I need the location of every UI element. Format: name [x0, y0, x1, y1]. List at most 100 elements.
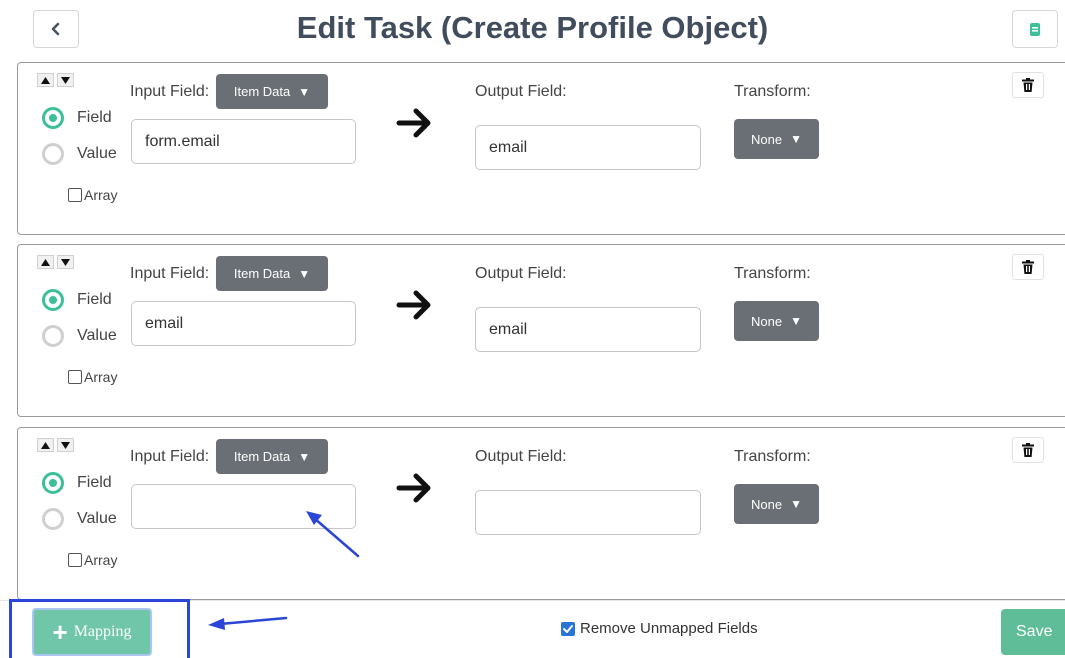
input-field-input[interactable]: form.email — [131, 119, 356, 164]
transform-label: Transform: — [734, 265, 811, 282]
output-field-input[interactable] — [475, 490, 701, 535]
arrow-right-icon — [396, 290, 431, 320]
trash-icon — [1022, 78, 1034, 92]
transform-value: None — [751, 496, 783, 512]
output-field-input[interactable]: email — [475, 307, 701, 352]
source-type-value: Item Data — [233, 449, 291, 464]
add-mapping-button[interactable]: + Mapping — [32, 608, 152, 656]
field-radio-label: Field — [77, 291, 112, 308]
transform-dropdown[interactable]: None ▼ — [734, 301, 819, 341]
move-down-button[interactable] — [57, 438, 74, 452]
array-label: Array — [84, 552, 118, 568]
value-radio[interactable] — [42, 508, 64, 530]
source-type-value: Item Data — [233, 266, 291, 281]
triangle-down-icon — [61, 76, 70, 84]
output-field-label: Output Field: — [475, 265, 567, 282]
delete-mapping-button[interactable] — [1012, 254, 1044, 280]
delete-mapping-button[interactable] — [1012, 72, 1044, 98]
array-checkbox-option[interactable]: Array — [68, 187, 117, 203]
input-field-input[interactable] — [131, 484, 356, 529]
field-radio-option[interactable]: Field — [42, 289, 112, 311]
move-up-button[interactable] — [37, 73, 54, 87]
move-down-button[interactable] — [57, 73, 74, 87]
output-field-label: Output Field: — [475, 83, 567, 100]
move-up-button[interactable] — [37, 438, 54, 452]
input-field-value: form.email — [145, 132, 220, 150]
field-radio-option[interactable]: Field — [42, 107, 112, 129]
triangle-up-icon — [41, 258, 50, 266]
caret-down-icon: ▼ — [790, 132, 802, 146]
value-radio-label: Value — [77, 145, 117, 162]
field-radio-option[interactable]: Field — [42, 472, 112, 494]
array-checkbox-option[interactable]: Array — [68, 369, 117, 385]
triangle-down-icon — [61, 441, 70, 449]
save-button[interactable]: Save — [1001, 609, 1065, 655]
value-radio-label: Value — [77, 327, 117, 344]
triangle-up-icon — [41, 441, 50, 449]
input-field-label: Input Field: — [130, 448, 210, 465]
array-checkbox[interactable] — [68, 553, 82, 567]
transform-label: Transform: — [734, 83, 811, 100]
value-radio-label: Value — [77, 510, 117, 527]
transform-label: Transform: — [734, 448, 811, 465]
remove-unmapped-checkbox[interactable] — [561, 621, 575, 636]
value-radio-option[interactable]: Value — [42, 508, 117, 530]
annotation-arrow-icon — [208, 616, 288, 630]
array-checkbox[interactable] — [68, 370, 82, 384]
remove-unmapped-option[interactable]: Remove Unmapped Fields — [561, 620, 758, 637]
source-type-value: Item Data — [233, 84, 291, 99]
delete-mapping-button[interactable] — [1012, 437, 1044, 463]
mapping-row: Field Value Array Input Field: Item Data… — [17, 62, 1065, 235]
triangle-down-icon — [61, 258, 70, 266]
value-radio[interactable] — [42, 325, 64, 347]
source-type-dropdown[interactable]: Item Data ▼ — [216, 256, 328, 291]
save-label: Save — [1016, 623, 1053, 640]
output-field-input[interactable]: email — [475, 125, 701, 170]
remove-unmapped-label: Remove Unmapped Fields — [580, 620, 758, 637]
notes-button[interactable] — [1012, 10, 1058, 48]
input-field-label: Input Field: — [130, 83, 210, 100]
caret-down-icon: ▼ — [790, 314, 802, 328]
move-down-button[interactable] — [57, 255, 74, 269]
source-type-dropdown[interactable]: Item Data ▼ — [216, 439, 328, 474]
output-field-value: email — [489, 320, 528, 338]
document-icon — [1030, 22, 1040, 36]
field-radio-label: Field — [77, 474, 112, 491]
add-mapping-label: Mapping — [73, 623, 132, 640]
transform-dropdown[interactable]: None ▼ — [734, 119, 819, 159]
arrow-right-icon — [396, 473, 431, 503]
mapping-row: Field Value Array Input Field: Item Data… — [17, 427, 1065, 600]
field-radio[interactable] — [42, 472, 64, 494]
value-radio[interactable] — [42, 143, 64, 165]
output-field-value: email — [489, 138, 528, 156]
triangle-up-icon — [41, 76, 50, 84]
array-checkbox[interactable] — [68, 188, 82, 202]
caret-down-icon: ▼ — [298, 266, 311, 281]
transform-value: None — [751, 313, 783, 329]
move-up-button[interactable] — [37, 255, 54, 269]
array-label: Array — [84, 187, 118, 203]
caret-down-icon: ▼ — [298, 84, 311, 99]
transform-dropdown[interactable]: None ▼ — [734, 484, 819, 524]
input-field-label: Input Field: — [130, 265, 210, 282]
caret-down-icon: ▼ — [790, 497, 802, 511]
source-type-dropdown[interactable]: Item Data ▼ — [216, 74, 328, 109]
trash-icon — [1022, 260, 1034, 274]
trash-icon — [1022, 443, 1034, 457]
page-title: Edit Task (Create Profile Object) — [296, 10, 769, 45]
field-radio[interactable] — [42, 289, 64, 311]
checkmark-icon — [563, 624, 573, 633]
caret-down-icon: ▼ — [298, 449, 311, 464]
input-field-input[interactable]: email — [131, 301, 356, 346]
value-radio-option[interactable]: Value — [42, 143, 117, 165]
plus-icon: + — [52, 617, 68, 647]
field-radio[interactable] — [42, 107, 64, 129]
array-label: Array — [84, 369, 118, 385]
output-field-label: Output Field: — [475, 448, 567, 465]
transform-value: None — [751, 131, 783, 147]
mapping-row: Field Value Array Input Field: Item Data… — [17, 244, 1065, 417]
value-radio-option[interactable]: Value — [42, 325, 117, 347]
field-radio-label: Field — [77, 109, 112, 126]
array-checkbox-option[interactable]: Array — [68, 552, 117, 568]
input-field-value: email — [145, 314, 184, 332]
